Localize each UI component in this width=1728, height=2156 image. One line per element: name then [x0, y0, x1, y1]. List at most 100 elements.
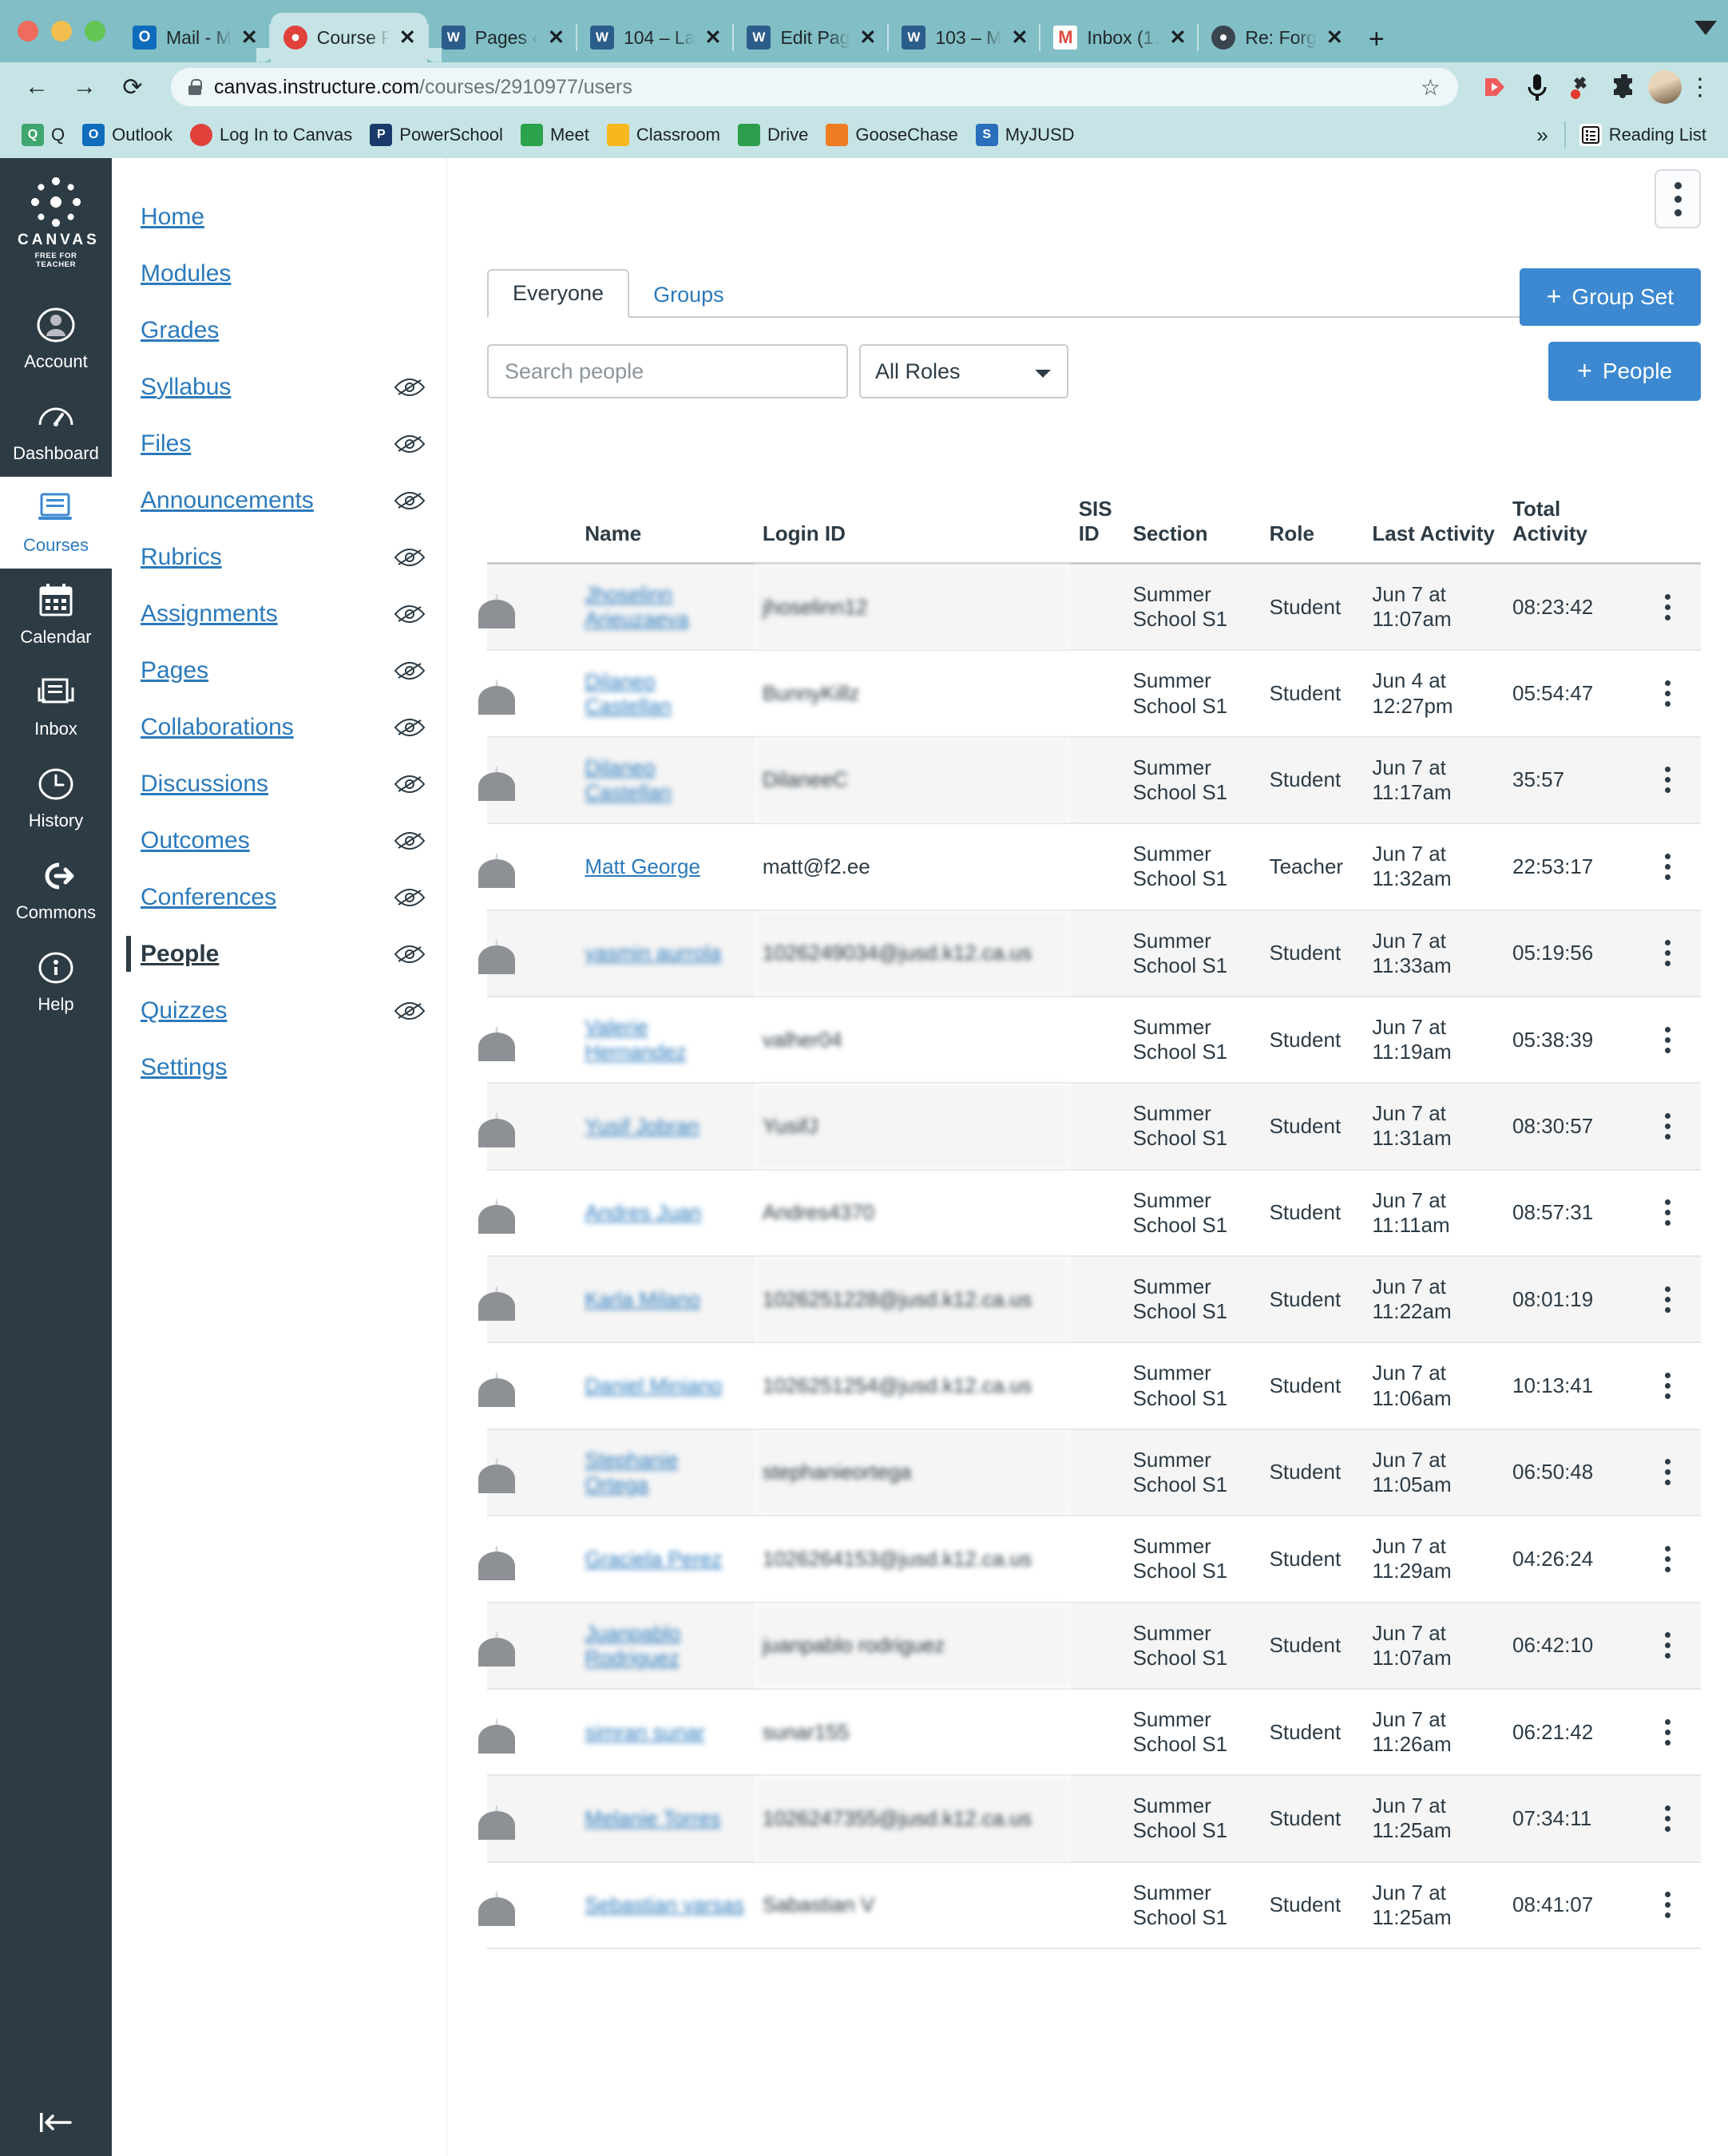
col-login-id[interactable]: Login ID [754, 497, 1071, 565]
canvas-logo[interactable]: CANVAS FREE FOR TEACHER [18, 177, 97, 269]
row-actions-cell[interactable] [1635, 1688, 1701, 1777]
bookmark-drive[interactable]: Drive [729, 124, 817, 146]
row-kebab-icon[interactable] [1643, 1805, 1693, 1832]
row-kebab-icon[interactable] [1643, 1892, 1693, 1919]
global-nav-account[interactable]: Account [0, 293, 112, 385]
browser-tab-6[interactable]: Inbox (1… ✕ [1040, 13, 1197, 62]
table-row[interactable]: Dilaneo Castellan DilaneeC Summer School S… [487, 736, 1701, 825]
bookmark-powerschool[interactable]: P PowerSchool [361, 124, 512, 146]
user-name-link[interactable]: Jhoselinn Arieuzaeva [585, 582, 688, 631]
chrome-menu-icon[interactable]: ⋮ [1688, 75, 1712, 99]
table-row[interactable]: Karla Milano 1026251228@jusd.k12.ca.us Sum… [487, 1256, 1701, 1344]
puzzle-extensions-icon[interactable] [1605, 69, 1642, 105]
role-filter-select[interactable]: All Roles [859, 344, 1068, 398]
page-options-button[interactable] [1655, 169, 1701, 228]
course-nav-home[interactable]: Home [112, 188, 446, 245]
bookmark-log-in-to-canvas[interactable]: Log In to Canvas [181, 124, 361, 146]
maximize-window-button[interactable] [85, 21, 105, 42]
user-name-link[interactable]: Dilaneo Castellan [585, 755, 671, 804]
user-name-link[interactable]: Sebastian varsas [585, 1892, 743, 1916]
table-row[interactable]: Andres Juan Andres4370 Summer School S1 Stu… [487, 1169, 1701, 1258]
row-kebab-icon[interactable] [1643, 940, 1693, 967]
new-tab-button[interactable]: + [1354, 16, 1399, 62]
browser-tab-0[interactable]: Mail - M ✕ [120, 13, 269, 62]
course-nav-syllabus[interactable]: Syllabus [112, 359, 446, 415]
col-total-activity[interactable]: Total Activity [1504, 497, 1635, 565]
table-row[interactable]: Stephanie Ortega stephanieortega Summer Sc… [487, 1429, 1701, 1517]
tab-groups[interactable]: Groups [629, 272, 748, 318]
course-nav-people[interactable]: People [112, 925, 446, 982]
table-row[interactable]: Matt George matt@f2.ee Summer School S1 Tea… [487, 823, 1701, 911]
course-nav-announcements[interactable]: Announcements [112, 472, 446, 529]
browser-tab-1[interactable]: Course P ✕ [256, 13, 442, 62]
bookmark-meet[interactable]: Meet [512, 124, 598, 146]
user-name-link[interactable]: Yusif Jobran [585, 1114, 699, 1138]
bookmark-outlook[interactable]: O Outlook [73, 124, 181, 146]
row-actions-cell[interactable] [1635, 1429, 1701, 1517]
row-actions-cell[interactable] [1635, 1169, 1701, 1258]
row-actions-cell[interactable] [1635, 1602, 1701, 1690]
user-name-link[interactable]: Dilaneo Castellan [585, 669, 671, 718]
table-row[interactable]: Dilaneo Castellan BunnyKillz Summer School… [487, 650, 1701, 738]
col-name[interactable]: Name [577, 497, 755, 565]
col-role[interactable]: Role [1261, 497, 1365, 565]
add-people-button[interactable]: + People [1548, 342, 1701, 401]
row-kebab-icon[interactable] [1643, 1026, 1693, 1053]
microphone-icon[interactable] [1519, 69, 1556, 105]
bookmark-myjusd[interactable]: S MyJUSD [967, 124, 1084, 146]
row-actions-cell[interactable] [1635, 650, 1701, 738]
row-actions-cell[interactable] [1635, 563, 1701, 652]
bookmark-star-icon[interactable]: ☆ [1421, 74, 1441, 101]
global-nav-inbox[interactable]: Inbox [0, 660, 112, 752]
close-tab-icon[interactable]: ✕ [1326, 27, 1343, 48]
row-actions-cell[interactable] [1635, 1516, 1701, 1603]
close-tab-icon[interactable]: ✕ [704, 27, 721, 48]
user-name-link[interactable]: Stephanie Ortega [585, 1448, 678, 1496]
collapse-global-nav-button[interactable] [0, 2106, 112, 2138]
row-actions-cell[interactable] [1635, 736, 1701, 825]
table-row[interactable]: simran sunar sunar155 Summer School S1 Stud… [487, 1688, 1701, 1777]
course-nav-grades[interactable]: Grades [112, 302, 446, 359]
bookmarks-overflow-button[interactable]: » [1525, 123, 1559, 148]
table-row[interactable]: Melanie Torres 1026247355@jusd.k12.ca.us S… [487, 1775, 1701, 1863]
user-name-link[interactable]: Andres Juan [585, 1200, 701, 1224]
row-actions-cell[interactable] [1635, 1342, 1701, 1430]
course-nav-files[interactable]: Files [112, 415, 446, 472]
tab-everyone[interactable]: Everyone [487, 269, 630, 318]
table-row[interactable]: Jhoselinn Arieuzaeva jhoselinn12 Summer Sc… [487, 563, 1701, 652]
user-name-link[interactable]: Karla Milano [585, 1287, 700, 1311]
row-kebab-icon[interactable] [1643, 1373, 1693, 1400]
user-name-link[interactable]: Matt George [585, 854, 700, 878]
row-kebab-icon[interactable] [1643, 1199, 1693, 1227]
reload-button[interactable]: ⟳ [112, 66, 153, 108]
bookmark-classroom[interactable]: Classroom [598, 124, 729, 146]
browser-tab-4[interactable]: Edit Pag ✕ [734, 13, 887, 62]
close-tab-icon[interactable]: ✕ [399, 27, 416, 48]
global-nav-dashboard[interactable]: Dashboard [0, 385, 112, 477]
course-nav-outcomes[interactable]: Outcomes [112, 812, 446, 869]
close-tab-icon[interactable]: ✕ [548, 27, 565, 48]
row-actions-cell[interactable] [1635, 1256, 1701, 1344]
minimize-window-button[interactable] [51, 21, 72, 42]
user-name-link[interactable]: Valerie Hernandez [585, 1015, 686, 1064]
table-row[interactable]: Valerie Hernandez valher04 Summer School S… [487, 996, 1701, 1084]
course-nav-assignments[interactable]: Assignments [112, 585, 446, 642]
course-nav-collaborations[interactable]: Collaborations [112, 699, 446, 755]
close-window-button[interactable] [18, 21, 38, 42]
row-kebab-icon[interactable] [1643, 680, 1693, 707]
browser-tab-7[interactable]: Re: Forg ✕ [1199, 13, 1353, 62]
close-tab-icon[interactable]: ✕ [241, 27, 258, 48]
table-row[interactable]: Graciela Perez 1026264153@jusd.k12.ca.us S… [487, 1516, 1701, 1603]
row-kebab-icon[interactable] [1643, 853, 1693, 880]
row-kebab-icon[interactable] [1643, 1632, 1693, 1659]
user-name-link[interactable]: Graciela Perez [585, 1547, 722, 1571]
global-nav-calendar[interactable]: Calendar [0, 569, 112, 660]
global-nav-history[interactable]: History [0, 752, 112, 844]
close-tab-icon[interactable]: ✕ [1169, 27, 1186, 48]
back-button[interactable]: ← [16, 66, 57, 108]
course-nav-conferences[interactable]: Conferences [112, 869, 446, 925]
table-row[interactable]: Juanpablo Rodriguez juanpablo rodriguez Su… [487, 1602, 1701, 1690]
global-nav-courses[interactable]: Courses [0, 477, 112, 569]
browser-tab-2[interactable]: Pages ‹ ✕ [429, 13, 576, 62]
search-input[interactable] [487, 344, 848, 398]
